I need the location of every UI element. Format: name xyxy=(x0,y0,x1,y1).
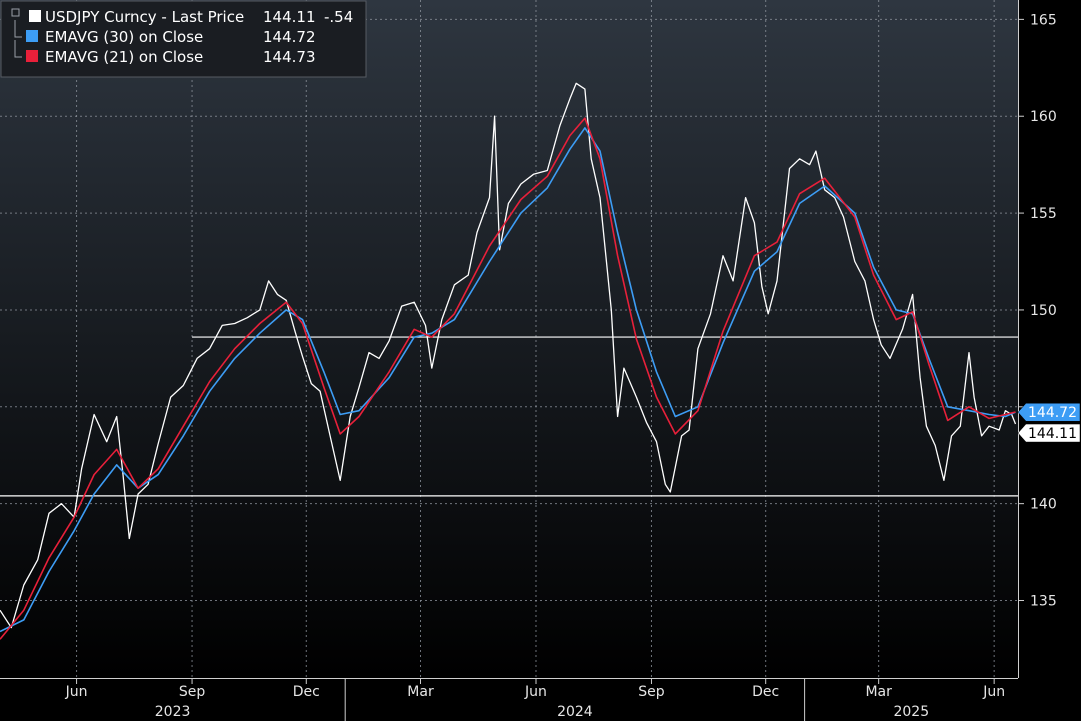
y-tick-label: 140 xyxy=(1030,497,1057,513)
x-month-label: Jun xyxy=(982,684,1005,700)
x-month-label: Jun xyxy=(524,684,547,700)
x-month-label: Mar xyxy=(865,684,892,700)
legend-swatch xyxy=(26,30,38,42)
x-year-label: 2023 xyxy=(155,704,191,720)
legend-swatch xyxy=(29,10,41,22)
last-value-tag: 144.72 xyxy=(1017,402,1081,422)
usdjpy-chart: 135 140 150 155 160 165 Jun Sep Dec Mar Jun Sep Dec… xyxy=(0,0,1081,721)
last-value-tag-text: 144.11 xyxy=(1028,426,1077,442)
x-month-label: Mar xyxy=(407,684,434,700)
y-tick-label: 150 xyxy=(1030,303,1057,319)
last-value-tag-text: 144.72 xyxy=(1028,405,1077,421)
legend-change: -.54 xyxy=(324,8,353,26)
legend-label: EMAVG (21) on Close xyxy=(45,48,203,66)
legend-label: EMAVG (30) on Close xyxy=(45,28,203,46)
y-tick-label: 160 xyxy=(1030,109,1057,125)
plot-background xyxy=(0,0,1018,678)
legend-label: USDJPY Curncy - Last Price xyxy=(45,8,244,26)
y-tick-label: 155 xyxy=(1030,206,1057,222)
x-month-label: Dec xyxy=(752,684,779,700)
x-month-label: Dec xyxy=(293,684,320,700)
legend-value: 144.11 xyxy=(263,8,316,26)
x-month-label: Sep xyxy=(179,684,206,700)
x-month-label: Jun xyxy=(65,684,88,700)
legend-value: 144.72 xyxy=(263,28,316,46)
last-value-tags: 144.72 144.11 xyxy=(1017,402,1081,443)
last-value-tag: 144.11 xyxy=(1017,423,1081,443)
y-axis: 135 140 150 155 160 165 xyxy=(1018,0,1057,678)
y-tick-label: 135 xyxy=(1030,594,1057,610)
legend-swatch xyxy=(26,50,38,62)
x-year-label: 2025 xyxy=(893,704,929,720)
legend: USDJPY Curncy - Last Price 144.11 -.54 EMAV… xyxy=(0,0,367,78)
x-year-label: 2024 xyxy=(557,704,593,720)
x-month-label: Sep xyxy=(638,684,665,700)
legend-value: 144.73 xyxy=(263,48,316,66)
y-tick-label: 165 xyxy=(1030,12,1057,28)
x-axis: Jun Sep Dec Mar Jun Sep Dec Mar Jun 2023 2024 2025 xyxy=(0,678,1018,721)
